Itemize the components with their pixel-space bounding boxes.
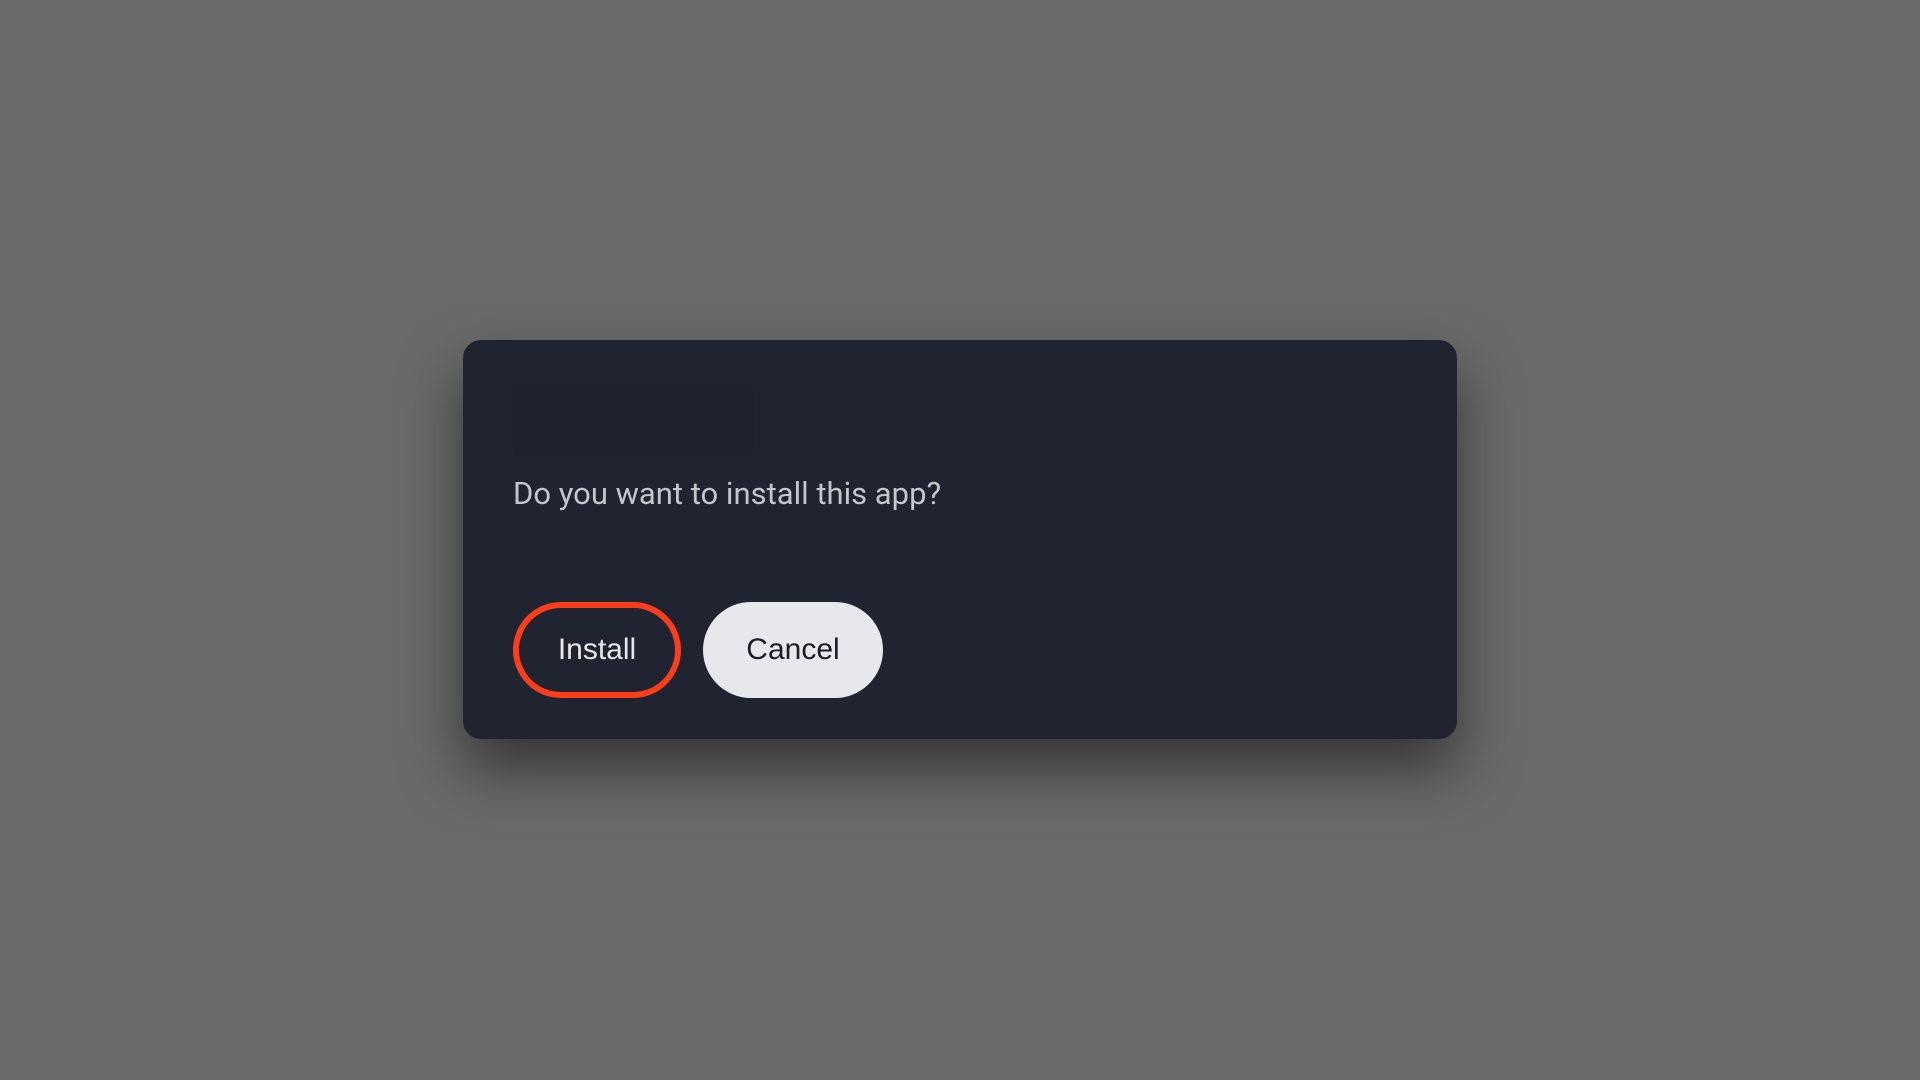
app-icon-placeholder <box>513 390 753 454</box>
install-button[interactable]: Install <box>513 602 681 698</box>
dialog-button-row: Install Cancel <box>513 602 1407 698</box>
install-dialog: Do you want to install this app? Install… <box>463 340 1457 739</box>
cancel-button[interactable]: Cancel <box>703 602 883 698</box>
dialog-message: Do you want to install this app? <box>513 474 1407 514</box>
